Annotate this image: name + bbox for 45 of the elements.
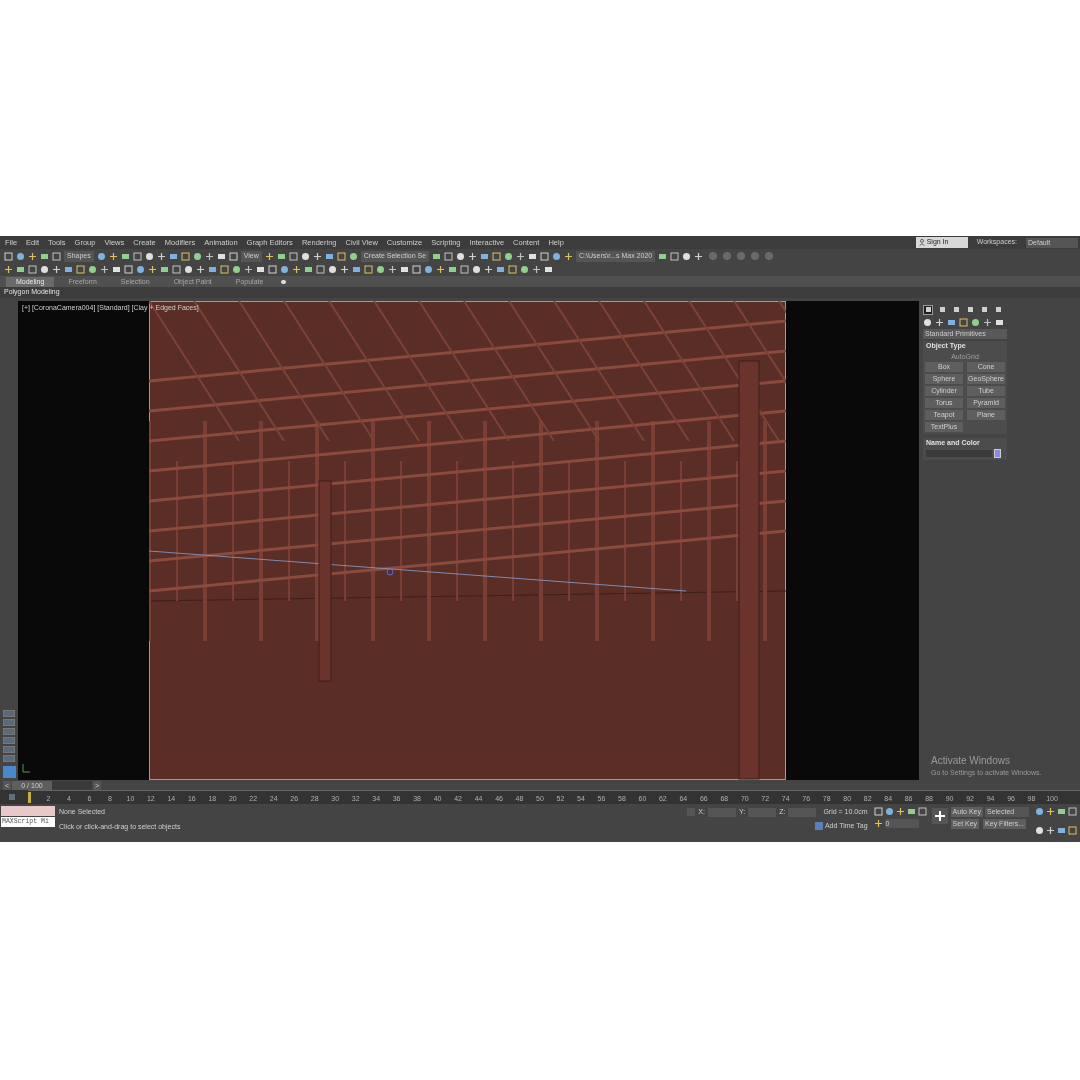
toolbar-icon[interactable]	[694, 251, 704, 261]
toolbar-icon[interactable]	[995, 317, 1004, 327]
toolbar-icon[interactable]	[4, 265, 13, 274]
toolbar-icon[interactable]	[484, 265, 493, 274]
toolbar-icon[interactable]	[204, 251, 214, 261]
toolbar-icon[interactable]	[52, 265, 61, 274]
command-panel-tab[interactable]	[993, 304, 1003, 315]
toolbar-icon[interactable]	[923, 317, 932, 327]
activation-title: Activate Windows	[931, 753, 1011, 768]
toolbar-icon[interactable]	[156, 251, 166, 261]
toolbar-icon[interactable]	[264, 251, 274, 261]
toolbar-icon[interactable]	[935, 317, 944, 327]
toolbar-icon[interactable]	[564, 251, 574, 261]
toolbar-icon[interactable]	[532, 265, 541, 274]
toolbar-icon[interactable]	[1046, 825, 1055, 835]
toolbar-icon[interactable]	[244, 265, 253, 274]
toolbar-icon[interactable]	[436, 265, 445, 274]
toolbar-icon[interactable]	[148, 265, 157, 274]
visibility-icon[interactable]	[281, 279, 287, 284]
toolbar-icon[interactable]	[895, 807, 905, 816]
command-panel-tab[interactable]	[965, 304, 975, 315]
viewport-layout-icon[interactable]	[2, 766, 16, 778]
command-panel-tab[interactable]	[923, 304, 933, 315]
listener-input-field[interactable]	[1, 806, 55, 816]
user-icon	[918, 239, 925, 246]
toolbar-icon[interactable]	[516, 251, 526, 261]
toolbar-icon[interactable]	[100, 265, 109, 274]
toolbar-icon[interactable]	[108, 251, 118, 261]
toolbar-icon[interactable]	[388, 265, 397, 274]
toolbar-icon[interactable]	[1046, 807, 1055, 816]
time-marker[interactable]	[28, 792, 31, 803]
toolbar-icon[interactable]	[312, 251, 322, 261]
toolbar-icon[interactable]	[983, 317, 992, 327]
toolbar-icon[interactable]	[28, 251, 37, 261]
toolbar-icon[interactable]	[873, 819, 883, 828]
toolbar-icon[interactable]	[292, 265, 301, 274]
command-panel-tab[interactable]	[951, 304, 961, 315]
command-panel-tab[interactable]	[937, 304, 947, 315]
axis-gizmo-icon	[21, 762, 31, 774]
toolbar-icon[interactable]	[468, 251, 478, 261]
color-swatch[interactable]	[994, 448, 1001, 458]
toolbar-icon[interactable]	[196, 265, 205, 274]
toolbar-icon[interactable]	[340, 265, 349, 274]
add-key-icon[interactable]	[931, 808, 948, 824]
command-panel-tab[interactable]	[979, 304, 989, 315]
